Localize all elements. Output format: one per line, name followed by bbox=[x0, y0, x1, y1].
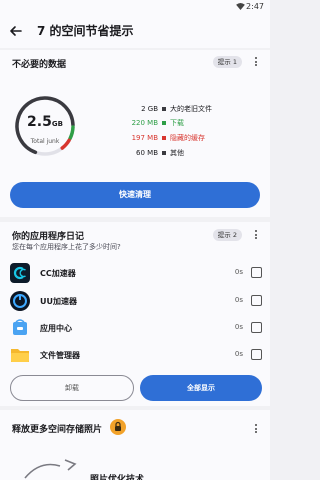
status-time: 2:47 bbox=[246, 2, 264, 11]
legend-label: 大的老旧文件 bbox=[170, 105, 212, 113]
app-time: 0s bbox=[234, 296, 243, 304]
legend-dot bbox=[162, 107, 166, 111]
cc-accelerator-icon bbox=[10, 263, 30, 283]
legend-size: 60 MB bbox=[136, 149, 158, 157]
diary-card-title: 你的应用程序日记 bbox=[12, 232, 85, 242]
app-time: 0s bbox=[234, 323, 243, 331]
back-arrow-icon[interactable] bbox=[8, 23, 24, 39]
total-junk-number: 2.5 bbox=[27, 114, 52, 130]
total-junk-unit: GB bbox=[51, 120, 63, 128]
tip-1-chip: 提示 1 bbox=[212, 56, 242, 68]
more-options-icon[interactable] bbox=[250, 423, 262, 435]
lock-icon bbox=[110, 419, 126, 435]
legend-size: 197 MB bbox=[131, 134, 158, 142]
legend-row: 197 MB 隐藏的缓存 bbox=[80, 133, 260, 143]
more-options-icon[interactable] bbox=[250, 56, 262, 68]
legend-label: 其他 bbox=[170, 149, 184, 157]
legend-dot bbox=[162, 151, 166, 155]
page-title: 7 的空间节省提示 bbox=[37, 24, 134, 38]
file-manager-icon bbox=[11, 349, 29, 362]
legend-dot bbox=[162, 121, 166, 125]
app-diary-card: 你的应用程序日记 提示 2 您在每个应用程序上花了多少时间? CC加速器 0s … bbox=[0, 222, 270, 406]
app-name: CC加速器 bbox=[40, 269, 76, 278]
app-time: 0s bbox=[234, 268, 243, 276]
app-checkbox[interactable] bbox=[251, 349, 262, 360]
app-row-uu[interactable]: UU加速器 0s bbox=[0, 288, 270, 314]
wifi-icon bbox=[236, 3, 245, 10]
photo-space-card: 释放更多空间存储照片 照片优化技术 bbox=[0, 410, 270, 480]
legend-row: 220 MB 下载 bbox=[80, 118, 260, 128]
total-junk-caption: Total junk bbox=[30, 138, 60, 145]
app-row-cc[interactable]: CC加速器 0s bbox=[0, 260, 270, 286]
more-options-icon[interactable] bbox=[250, 229, 262, 241]
legend-row: 60 MB 其他 bbox=[80, 148, 260, 158]
legend-row: 2 GB 大的老旧文件 bbox=[80, 104, 260, 114]
tip-2-chip: 提示 2 bbox=[212, 229, 242, 241]
app-row-app-center[interactable]: 应用中心 0s bbox=[0, 315, 270, 341]
app-checkbox[interactable] bbox=[251, 322, 262, 333]
quick-clean-button[interactable]: 快速清理 bbox=[10, 182, 260, 208]
app-center-icon bbox=[13, 319, 27, 335]
total-junk-value: 2.5GB bbox=[13, 114, 77, 130]
app-name: UU加速器 bbox=[40, 297, 77, 306]
junk-card-title: 不必要的数据 bbox=[12, 60, 67, 70]
uu-accelerator-icon bbox=[10, 291, 30, 311]
app-bar: 7 的空间节省提示 bbox=[0, 14, 270, 48]
app-name: 文件管理器 bbox=[40, 351, 80, 360]
legend-label: 下载 bbox=[170, 119, 184, 127]
app-name: 应用中心 bbox=[40, 324, 72, 333]
photo-optimization-title: 照片优化技术 bbox=[90, 475, 145, 480]
uninstall-button[interactable]: 卸载 bbox=[10, 375, 134, 401]
diary-subtitle: 您在每个应用程序上花了多少时间? bbox=[12, 243, 121, 251]
legend-size: 2 GB bbox=[141, 105, 158, 113]
photo-card-title: 释放更多空间存储照片 bbox=[12, 425, 103, 435]
legend-label: 隐藏的缓存 bbox=[170, 134, 205, 142]
app-time: 0s bbox=[234, 350, 243, 358]
show-all-button[interactable]: 全部显示 bbox=[140, 375, 262, 401]
app-checkbox[interactable] bbox=[251, 295, 262, 306]
app-row-file-manager[interactable]: 文件管理器 0s bbox=[0, 342, 270, 368]
legend-size: 220 MB bbox=[131, 119, 158, 127]
legend-dot bbox=[162, 136, 166, 140]
junk-data-card: 不必要的数据 提示 1 2.5GB Total junk 2 GB 大的老旧文件… bbox=[0, 50, 270, 217]
app-checkbox[interactable] bbox=[251, 267, 262, 278]
status-bar: 2:47 bbox=[0, 0, 270, 14]
